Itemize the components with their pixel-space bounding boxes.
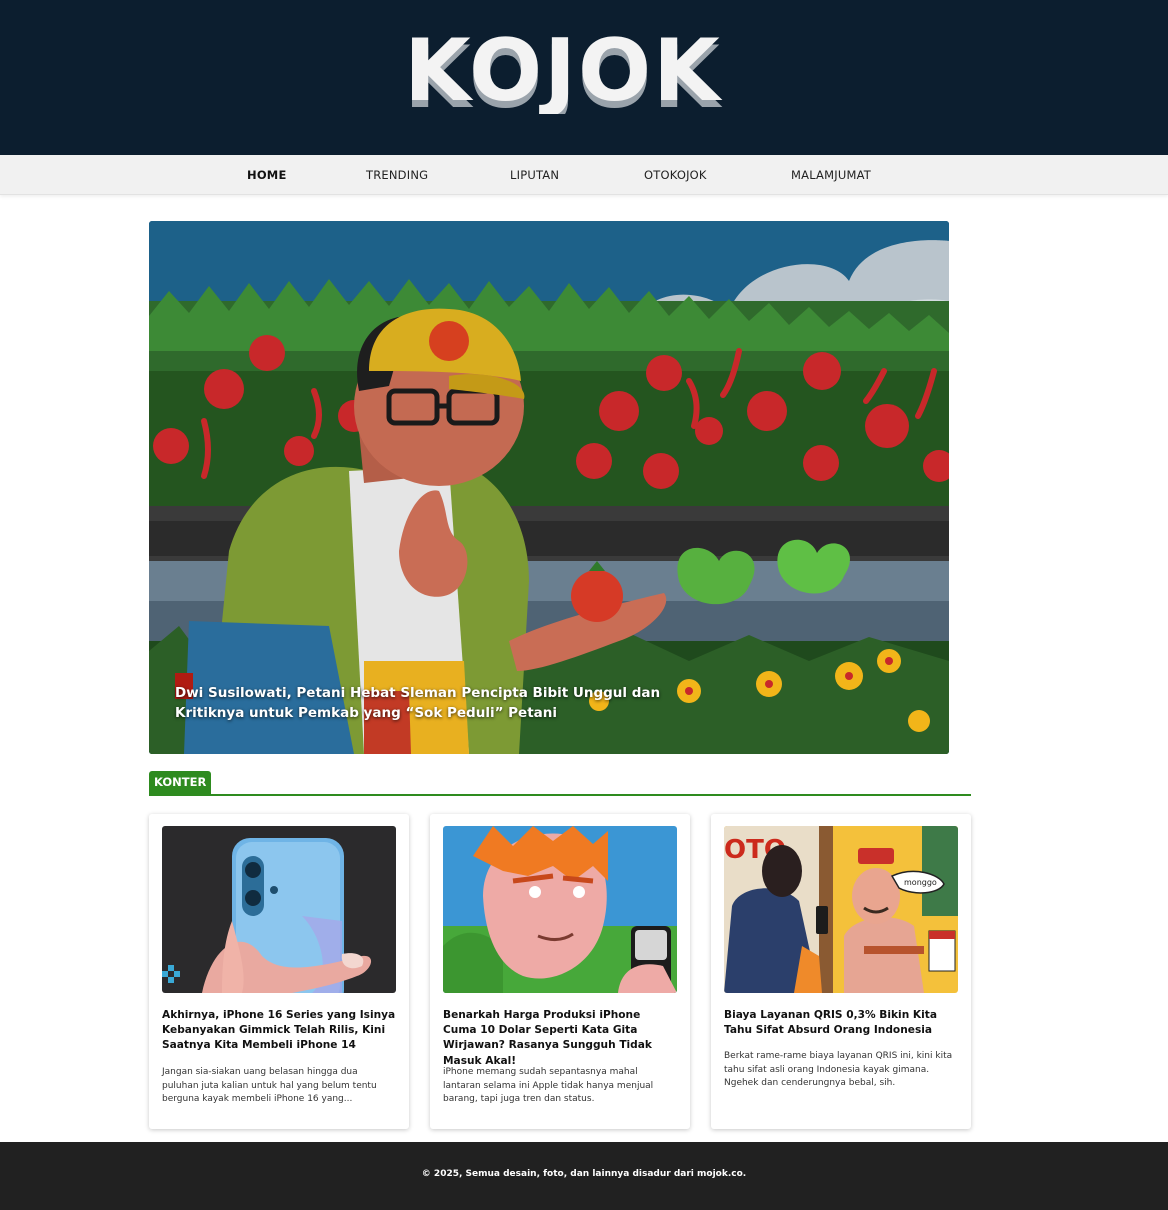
article-card[interactable]: OTO monggo Biaya Layanan QRIS 0,3% Bikin… [711, 814, 971, 1129]
card-title[interactable]: Benarkah Harga Produksi iPhone Cuma 10 D… [443, 1008, 677, 1069]
card-title[interactable]: Biaya Layanan QRIS 0,3% Bikin Kita Tahu … [724, 1008, 958, 1038]
card-image-iphone [162, 826, 396, 993]
nav-item-liputan[interactable]: LIPUTAN [510, 155, 559, 195]
nav-item-otokojok[interactable]: OTOKOJOK [644, 155, 707, 195]
hero-article[interactable]: Dwi Susilowati, Petani Hebat Sleman Penc… [149, 221, 949, 754]
section-badge[interactable]: KONTER [149, 771, 212, 794]
nav-item-home[interactable]: HOME [247, 155, 287, 195]
nav-item-malamjumat[interactable]: MALAMJUMAT [791, 155, 871, 195]
footer-copyright: © 2025, Semua desain, foto, dan lainnya … [421, 1169, 747, 1179]
hero-title[interactable]: Dwi Susilowati, Petani Hebat Sleman Penc… [175, 683, 695, 723]
card-thumbnail[interactable] [162, 826, 396, 993]
main-nav: HOME TRENDING LIPUTAN OTOKOJOK MALAMJUMA… [0, 155, 1168, 195]
site-footer: © 2025, Semua desain, foto, dan lainnya … [0, 1142, 1168, 1210]
card-image-cartoon-man [443, 826, 677, 993]
card-title[interactable]: Akhirnya, iPhone 16 Series yang Isinya K… [162, 1008, 396, 1054]
card-excerpt: iPhone memang sudah sepantasnya mahal la… [443, 1067, 654, 1104]
site-header: KOJOK KOJOK [0, 0, 1168, 155]
article-card[interactable]: Akhirnya, iPhone 16 Series yang Isinya K… [149, 814, 409, 1129]
card-excerpt: Jangan sia-siakan uang belasan hingga du… [162, 1067, 377, 1104]
card-image-qris-shop: OTO monggo [724, 826, 958, 993]
card-thumbnail[interactable] [443, 826, 677, 993]
card-thumbnail[interactable]: OTO monggo [724, 826, 958, 993]
article-card[interactable]: Benarkah Harga Produksi iPhone Cuma 10 D… [430, 814, 690, 1129]
svg-text:KOJOK: KOJOK [404, 34, 723, 114]
site-logo[interactable]: KOJOK KOJOK [390, 34, 736, 114]
section-heading: KONTER [149, 771, 971, 796]
nav-item-trending[interactable]: TRENDING [366, 155, 428, 195]
card-excerpt: Berkat rame-rame biaya layanan QRIS ini,… [724, 1051, 953, 1088]
hero-image [149, 221, 949, 754]
svg-text:monggo: monggo [904, 878, 937, 887]
